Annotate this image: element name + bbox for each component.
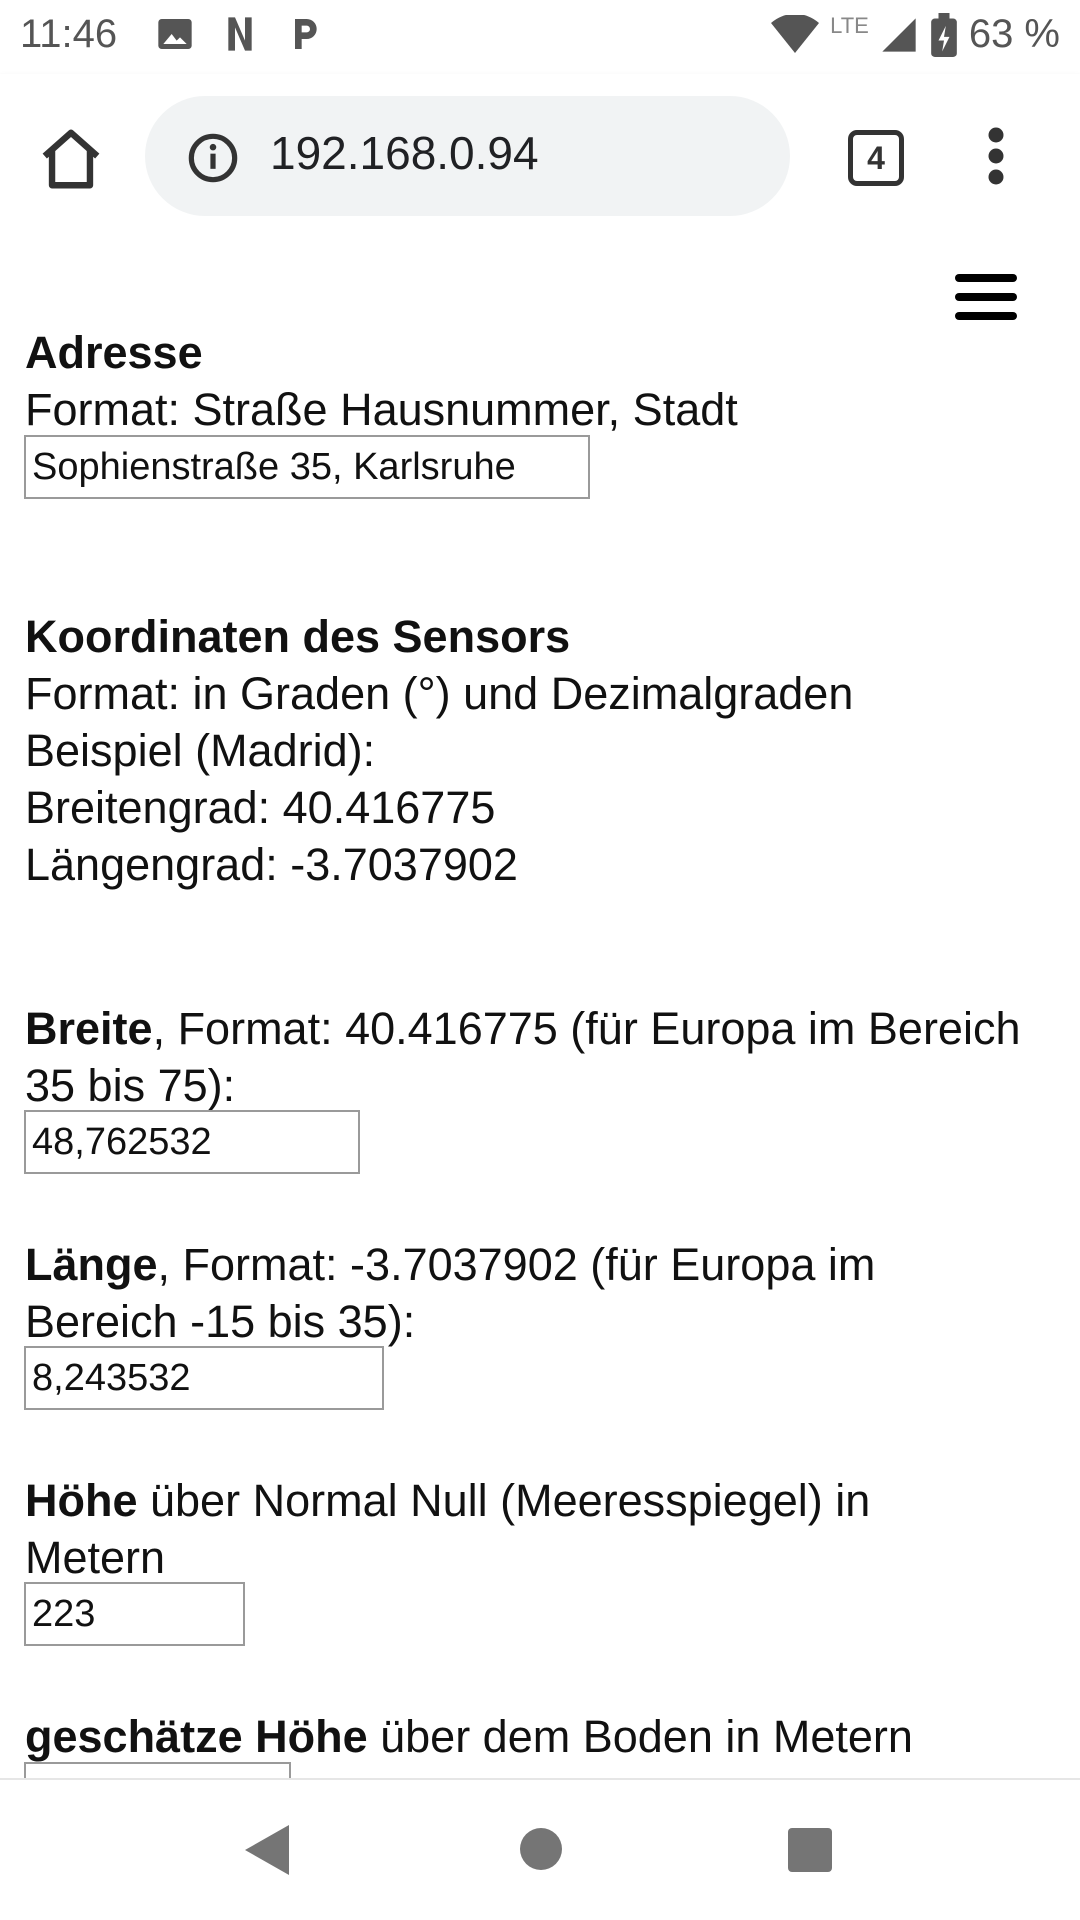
coordinates-section: Koordinaten des Sensors Format: in Grade… bbox=[25, 608, 1025, 893]
tab-switcher-button[interactable]: 4 bbox=[848, 130, 904, 186]
coordinates-heading: Koordinaten des Sensors bbox=[25, 611, 571, 662]
latitude-label: Breite, Format: 40.416775 (für Europa im… bbox=[25, 1000, 1025, 1114]
coordinates-format: Format: in Graden (°) und Dezimalgraden bbox=[25, 668, 854, 719]
ground-height-label-bold: geschätze Höhe bbox=[25, 1711, 368, 1762]
altitude-label-bold: Höhe bbox=[25, 1475, 138, 1526]
ground-height-label: geschätze Höhe über dem Boden in Metern bbox=[25, 1708, 1055, 1765]
address-input[interactable] bbox=[24, 435, 590, 499]
address-format: Format: Straße Hausnummer, Stadt bbox=[25, 384, 738, 435]
altitude-input[interactable] bbox=[24, 1582, 245, 1646]
ground-height-input[interactable] bbox=[24, 1762, 291, 1778]
battery-icon bbox=[930, 12, 957, 57]
netflix-icon bbox=[228, 17, 252, 51]
parking-icon bbox=[295, 19, 317, 49]
altitude-label-text: über Normal Null (Meeresspiegel) in Mete… bbox=[25, 1475, 871, 1583]
ground-height-label-text: über dem Boden in Metern bbox=[367, 1711, 913, 1762]
recents-icon[interactable] bbox=[788, 1828, 832, 1872]
address-bar[interactable]: 192.168.0.94 bbox=[145, 96, 790, 216]
address-section: Adresse Format: Straße Hausnummer, Stadt bbox=[25, 324, 738, 438]
longitude-input[interactable] bbox=[24, 1346, 384, 1410]
latitude-example: Breitengrad: 40.416775 bbox=[25, 782, 496, 833]
cell-signal-icon bbox=[882, 17, 916, 52]
longitude-label: Länge, Format: -3.7037902 (für Europa im… bbox=[25, 1236, 1025, 1350]
image-icon bbox=[158, 19, 192, 49]
browser-toolbar: 192.168.0.94 4 bbox=[0, 74, 1080, 240]
altitude-label: Höhe über Normal Null (Meeresspiegel) in… bbox=[25, 1472, 985, 1586]
wifi-icon bbox=[771, 14, 820, 53]
system-nav-bar bbox=[0, 1778, 1080, 1920]
status-indicators: LTE 63 % bbox=[770, 12, 1060, 57]
status-bar: 11:46 LTE 63 % bbox=[0, 0, 1080, 74]
url-text[interactable]: 192.168.0.94 bbox=[270, 126, 539, 180]
longitude-example: Längengrad: -3.7037902 bbox=[25, 839, 518, 890]
more-vert-icon[interactable] bbox=[978, 126, 1014, 186]
home-circle-icon[interactable] bbox=[520, 1828, 562, 1870]
latitude-label-text: , Format: 40.416775 (für Europa im Berei… bbox=[25, 1003, 1021, 1111]
tab-count: 4 bbox=[867, 139, 885, 176]
hamburger-menu-icon[interactable] bbox=[955, 274, 1023, 330]
longitude-label-bold: Länge bbox=[25, 1239, 158, 1290]
latitude-input[interactable] bbox=[24, 1110, 360, 1174]
status-time: 11:46 bbox=[20, 12, 118, 56]
battery-percentage: 63 % bbox=[968, 12, 1060, 56]
address-heading: Adresse bbox=[25, 327, 203, 378]
info-icon[interactable] bbox=[187, 132, 239, 184]
coordinates-example-label: Beispiel (Madrid): bbox=[25, 725, 376, 776]
home-icon[interactable] bbox=[36, 124, 106, 194]
back-icon[interactable] bbox=[245, 1825, 289, 1875]
network-type-label: LTE bbox=[830, 12, 869, 38]
latitude-label-bold: Breite bbox=[25, 1003, 153, 1054]
page-content: Adresse Format: Straße Hausnummer, Stadt… bbox=[0, 240, 1080, 1778]
